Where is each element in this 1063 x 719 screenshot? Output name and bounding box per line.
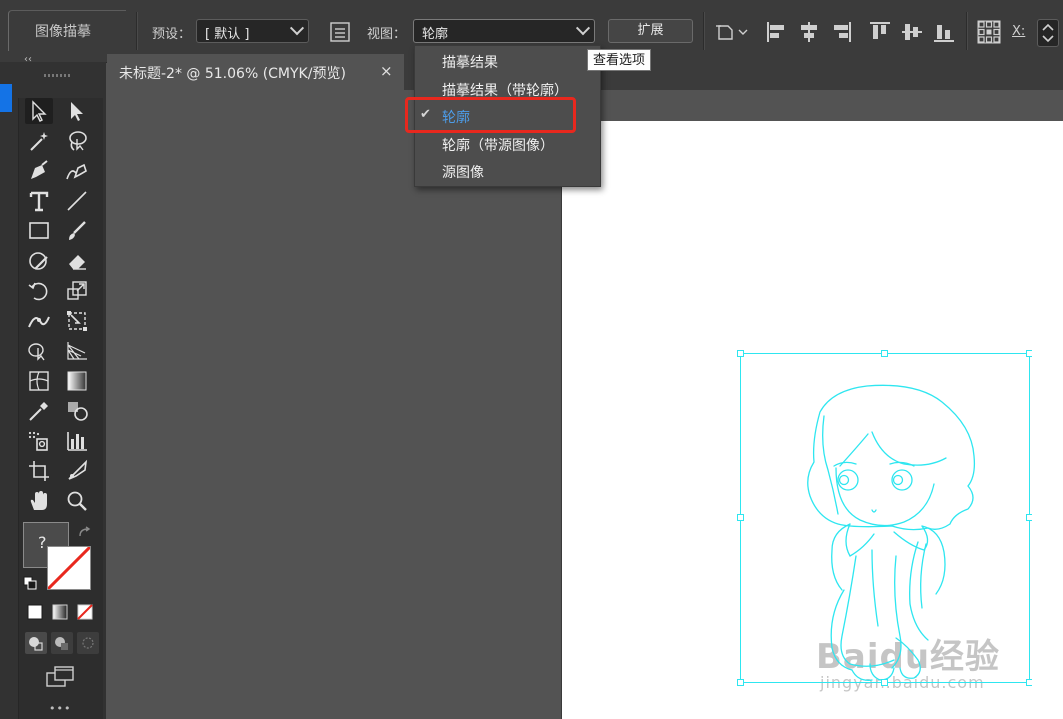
zoom-tool[interactable] [63,488,91,514]
tool-column: ? ••• [18,98,103,719]
perspective-grid-tool[interactable] [63,338,91,364]
chevron-down-icon [575,21,591,36]
edit-toolbar-button[interactable]: ••• [49,702,71,715]
ruler-strip [561,90,1063,120]
view-label: 视图： [367,27,407,42]
preset-value: [ 默认 ] [205,27,250,42]
preset-dropdown[interactable]: [ 默认 ] [196,19,309,43]
selection-tool[interactable] [25,98,53,124]
x-label: X: [1012,24,1026,39]
align-vertical-center-icon[interactable] [901,21,923,47]
menu-item-tracing-result[interactable]: 描摹结果 [415,48,600,74]
close-tab-button[interactable]: × [380,62,393,80]
line-segment-tool[interactable] [63,188,91,214]
panel-title: 图像描摹 [35,24,91,40]
shape-builder-tool[interactable] [25,338,53,364]
width-tool[interactable] [25,308,53,334]
slice-tool[interactable] [63,458,91,484]
divider [703,12,705,50]
type-tool[interactable] [25,188,53,214]
rotate-tool[interactable] [25,278,53,304]
reference-point-icon[interactable] [976,19,1002,49]
draw-behind-icon[interactable] [51,632,73,654]
transform-icon[interactable] [715,22,749,46]
align-left-icon[interactable] [766,21,788,47]
highlight-box [405,97,576,133]
menu-item-label: 源图像 [442,165,484,181]
direct-selection-tool[interactable] [63,98,91,124]
stroke-swatch-none[interactable] [47,546,91,590]
lasso-tool[interactable] [63,128,91,154]
screen-mode-icon[interactable] [45,664,75,694]
traced-outline-artwork[interactable] [732,346,1032,691]
align-bottom-icon[interactable] [933,21,955,47]
divider [966,12,968,50]
free-transform-tool[interactable] [63,308,91,334]
magic-wand-tool[interactable] [25,128,53,154]
tools-panel: ‹‹ ? ••• [0,54,106,719]
menu-item-outlines-with-source-image[interactable]: 轮廓（带源图像） [415,131,600,157]
artboard-tool[interactable] [25,458,53,484]
default-fill-stroke-icon[interactable] [23,576,37,594]
collapse-panel-button[interactable]: ‹‹ [24,54,32,65]
mesh-tool[interactable] [25,368,53,394]
draw-inside-icon[interactable] [77,632,99,654]
chevron-down-icon [289,21,305,36]
eyedropper-tool[interactable] [25,398,53,424]
gradient-mode-button[interactable] [50,602,70,622]
document-tab[interactable]: 未标题-2* @ 51.06% (CMYK/预览) × [107,54,404,90]
scale-tool[interactable] [63,278,91,304]
align-horizontal-center-icon[interactable] [798,21,820,47]
panel-grip[interactable] [44,74,72,77]
column-graph-tool[interactable] [63,428,91,454]
menu-item-source-image[interactable]: 源图像 [415,158,600,184]
swap-fill-stroke-icon[interactable] [77,526,93,544]
align-top-icon[interactable] [869,21,891,47]
symbol-sprayer-tool[interactable] [25,428,53,454]
view-dropdown[interactable]: 轮廓 [413,19,595,43]
shaper-tool[interactable] [25,248,53,274]
rectangle-tool[interactable] [25,218,53,244]
preset-label: 预设： [152,27,192,42]
pen-tool[interactable] [25,158,53,184]
gradient-tool[interactable] [63,368,91,394]
align-right-icon[interactable] [830,21,852,47]
none-mode-button[interactable] [75,602,95,622]
image-trace-panel-label[interactable]: 图像描摹 [8,10,126,51]
view-value: 轮廓 [422,27,449,42]
blend-tool[interactable] [63,398,91,424]
draw-normal-icon[interactable] [25,632,47,654]
eraser-tool[interactable] [63,248,91,274]
menu-item-label: 描摹结果 [442,55,498,71]
trace-panel-icon[interactable] [330,22,350,46]
paintbrush-tool[interactable] [63,218,91,244]
expand-button[interactable]: 扩展 [608,19,693,43]
panel-edge-accent [0,84,12,112]
x-stepper[interactable] [1037,19,1059,47]
fill-unknown-glyph: ? [38,533,47,552]
hand-tool[interactable] [25,488,53,514]
artboard[interactable]: Baidu经验 jingyan.baidu.com [561,121,1063,719]
divider [136,12,138,50]
color-mode-button[interactable] [25,602,45,622]
menu-item-label: 轮廓（带源图像） [442,138,554,154]
curvature-tool[interactable] [63,158,91,184]
document-title: 未标题-2* @ 51.06% (CMYK/预览) [119,66,346,82]
tooltip: 查看选项 [587,49,652,71]
